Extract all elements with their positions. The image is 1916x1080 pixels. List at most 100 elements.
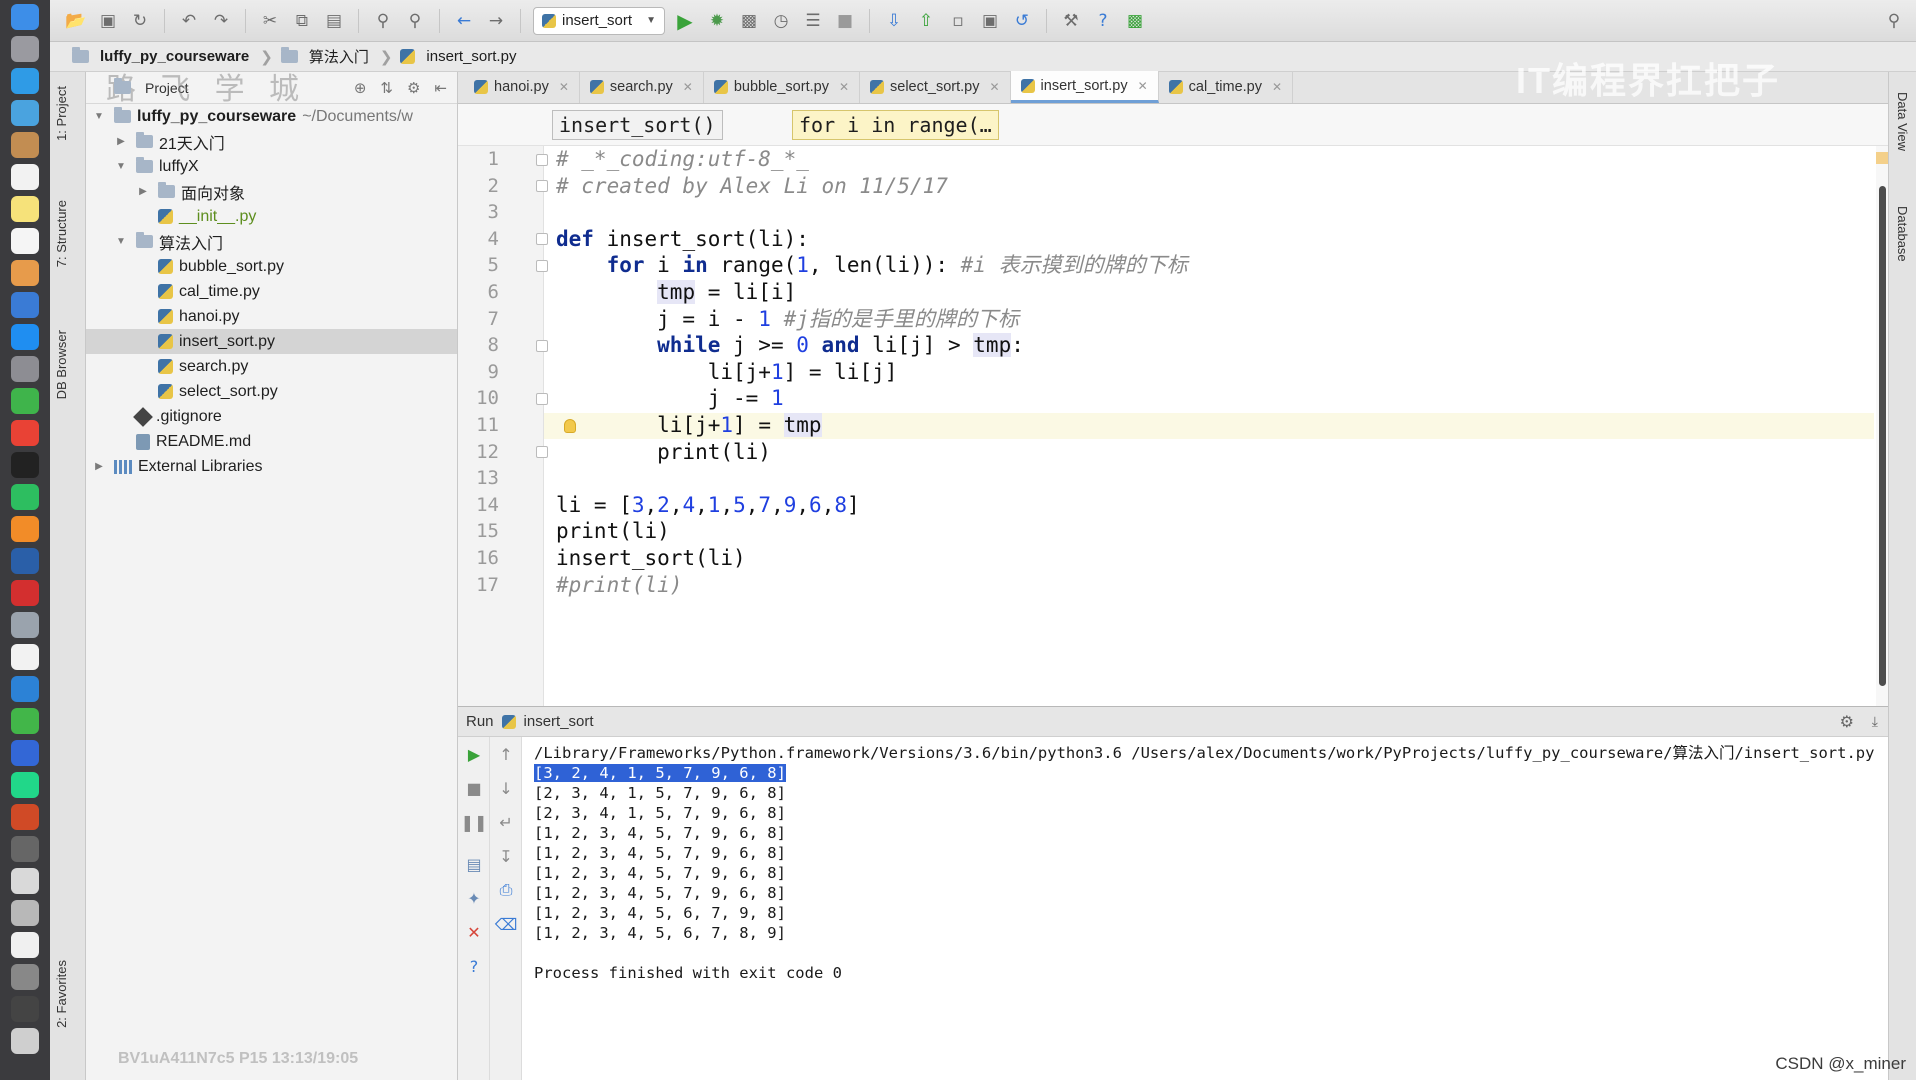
expanded-arrow-icon[interactable]: ▼: [114, 161, 128, 172]
editor-tab[interactable]: search.py ✕: [580, 71, 704, 103]
replace-icon[interactable]: ⚲: [403, 9, 427, 33]
editor-tab[interactable]: hanoi.py ✕: [464, 71, 580, 103]
redo-icon[interactable]: ↷: [209, 9, 233, 33]
tree-item-folder[interactable]: ▶ 21天入门: [86, 129, 457, 154]
tree-item-project-root[interactable]: ▼ luffy_py_courseware ~/Documents/w: [86, 104, 457, 129]
code-crumb-loop[interactable]: for i in range(…: [792, 110, 999, 140]
preview-icon[interactable]: [11, 900, 39, 926]
system-preferences-icon[interactable]: [11, 356, 39, 382]
stop-icon[interactable]: ■: [465, 779, 483, 798]
contacts-icon[interactable]: [11, 132, 39, 158]
vcs-history-icon[interactable]: ▣: [978, 9, 1002, 33]
run-config-tab[interactable]: insert_sort: [524, 713, 594, 730]
locate-file-icon[interactable]: ⊕: [354, 79, 367, 97]
nav-crumb-folder[interactable]: 算法入门 ❯: [280, 46, 401, 67]
editor-tab[interactable]: bubble_sort.py ✕: [704, 71, 861, 103]
project-header-label[interactable]: Project: [145, 80, 189, 96]
sublime-icon[interactable]: [11, 516, 39, 542]
copy-icon[interactable]: ⧉: [290, 9, 314, 33]
code-crumb-function[interactable]: insert_sort(): [552, 110, 723, 140]
browser-icon[interactable]: [11, 548, 39, 574]
tool-tab-db-browser[interactable]: DB Browser: [54, 330, 69, 399]
tree-item-file-selected[interactable]: insert_sort.py: [86, 329, 457, 354]
undo-icon[interactable]: ↶: [177, 9, 201, 33]
tree-item-file[interactable]: search.py: [86, 354, 457, 379]
acrobat-icon[interactable]: [11, 580, 39, 606]
app-store-icon[interactable]: [11, 324, 39, 350]
close-icon[interactable]: ✕: [989, 80, 999, 94]
cut-icon[interactable]: ✂: [258, 9, 282, 33]
collapsed-arrow-icon[interactable]: ▶: [92, 461, 106, 472]
tool-tab-structure[interactable]: 7: Structure: [54, 200, 69, 267]
tree-item-file[interactable]: cal_time.py: [86, 279, 457, 304]
finder-icon[interactable]: [11, 4, 39, 30]
pycharm-icon[interactable]: [11, 772, 39, 798]
xcode-icon[interactable]: [11, 676, 39, 702]
tree-item-folder[interactable]: ▼ luffyX: [86, 154, 457, 179]
tree-item-file[interactable]: select_sort.py: [86, 379, 457, 404]
stop-icon[interactable]: ■: [833, 9, 857, 33]
run-console-output[interactable]: /Library/Frameworks/Python.framework/Ver…: [534, 743, 1888, 1073]
gear-icon[interactable]: ⚙: [1840, 712, 1854, 732]
back-arrow-icon[interactable]: ←: [452, 9, 476, 33]
nav-crumb-file[interactable]: insert_sort.py: [400, 48, 524, 65]
vcs-compare-icon[interactable]: ▫: [946, 9, 970, 33]
tree-item-folder[interactable]: ▶ 面向对象: [86, 179, 457, 204]
pause-icon[interactable]: ❚❚: [461, 813, 488, 832]
launchpad-icon[interactable]: [11, 36, 39, 62]
settings-wrench-icon[interactable]: ⚒: [1059, 9, 1083, 33]
help-icon[interactable]: ?: [1091, 9, 1115, 33]
paste-icon[interactable]: ▤: [322, 9, 346, 33]
close-icon[interactable]: ✕: [465, 923, 483, 942]
chrome-icon[interactable]: [11, 420, 39, 446]
tree-item-folder[interactable]: ▼ 算法入门: [86, 229, 457, 254]
tool-tab-data-view[interactable]: Data View: [1895, 92, 1910, 151]
trash-icon[interactable]: [11, 1028, 39, 1054]
scroll-to-end-icon[interactable]: ↧: [497, 847, 515, 866]
help-icon[interactable]: ?: [465, 957, 483, 976]
editor-tab-active[interactable]: insert_sort.py ✕: [1010, 71, 1159, 103]
close-icon[interactable]: ✕: [683, 80, 693, 94]
collapsed-arrow-icon[interactable]: ▶: [114, 136, 128, 147]
code-editor[interactable]: # _*_coding:utf-8_*_ # created by Alex L…: [544, 146, 1888, 706]
calendar-icon[interactable]: [11, 164, 39, 190]
run-configuration-dropdown[interactable]: insert_sort ▼: [533, 6, 665, 35]
drive-icon[interactable]: [11, 868, 39, 894]
forward-arrow-icon[interactable]: →: [484, 9, 508, 33]
editor-tab[interactable]: cal_time.py ✕: [1159, 71, 1294, 103]
tree-item-external-libraries[interactable]: ▶ External Libraries: [86, 454, 457, 479]
nav-crumb-project[interactable]: luffy_py_courseware ❯: [72, 47, 281, 66]
tree-item-file[interactable]: __init__.py: [86, 204, 457, 229]
close-icon[interactable]: ✕: [559, 80, 569, 94]
display-icon[interactable]: [11, 996, 39, 1022]
screenshot-icon[interactable]: [11, 836, 39, 862]
safari-icon[interactable]: [11, 68, 39, 94]
print-icon[interactable]: ⎙: [497, 880, 515, 899]
tree-item-file[interactable]: bubble_sort.py: [86, 254, 457, 279]
tool-tab-database[interactable]: Database: [1895, 206, 1910, 262]
close-icon[interactable]: ✕: [839, 80, 849, 94]
vpn-icon[interactable]: [11, 740, 39, 766]
tree-item-file[interactable]: README.md: [86, 429, 457, 454]
search-everywhere-icon[interactable]: ⚲: [1882, 9, 1906, 33]
save-icon[interactable]: ▣: [96, 9, 120, 33]
editor-tab[interactable]: select_sort.py ✕: [860, 71, 1011, 103]
tree-item-file[interactable]: hanoi.py: [86, 304, 457, 329]
debug-icon[interactable]: ✹: [705, 9, 729, 33]
terminal-icon[interactable]: [11, 452, 39, 478]
scrollbar-thumb[interactable]: [1879, 186, 1886, 686]
wechat-icon[interactable]: [11, 708, 39, 734]
tool-tab-project[interactable]: 1: Project: [54, 86, 69, 141]
evernote-icon[interactable]: [11, 484, 39, 510]
run-with-coverage-icon[interactable]: ▩: [737, 9, 761, 33]
vcs-update-icon[interactable]: ⇩: [882, 9, 906, 33]
monitor-icon[interactable]: [11, 964, 39, 990]
run-icon[interactable]: ▶: [673, 9, 697, 33]
vcs-commit-icon[interactable]: ⇧: [914, 9, 938, 33]
close-icon[interactable]: ✕: [1272, 80, 1282, 94]
numbers-icon[interactable]: [11, 388, 39, 414]
open-folder-icon[interactable]: 📂: [64, 9, 88, 33]
document-icon[interactable]: [11, 932, 39, 958]
tool-tab-favorites[interactable]: 2: Favorites: [54, 960, 69, 1028]
notes-icon[interactable]: [11, 196, 39, 222]
